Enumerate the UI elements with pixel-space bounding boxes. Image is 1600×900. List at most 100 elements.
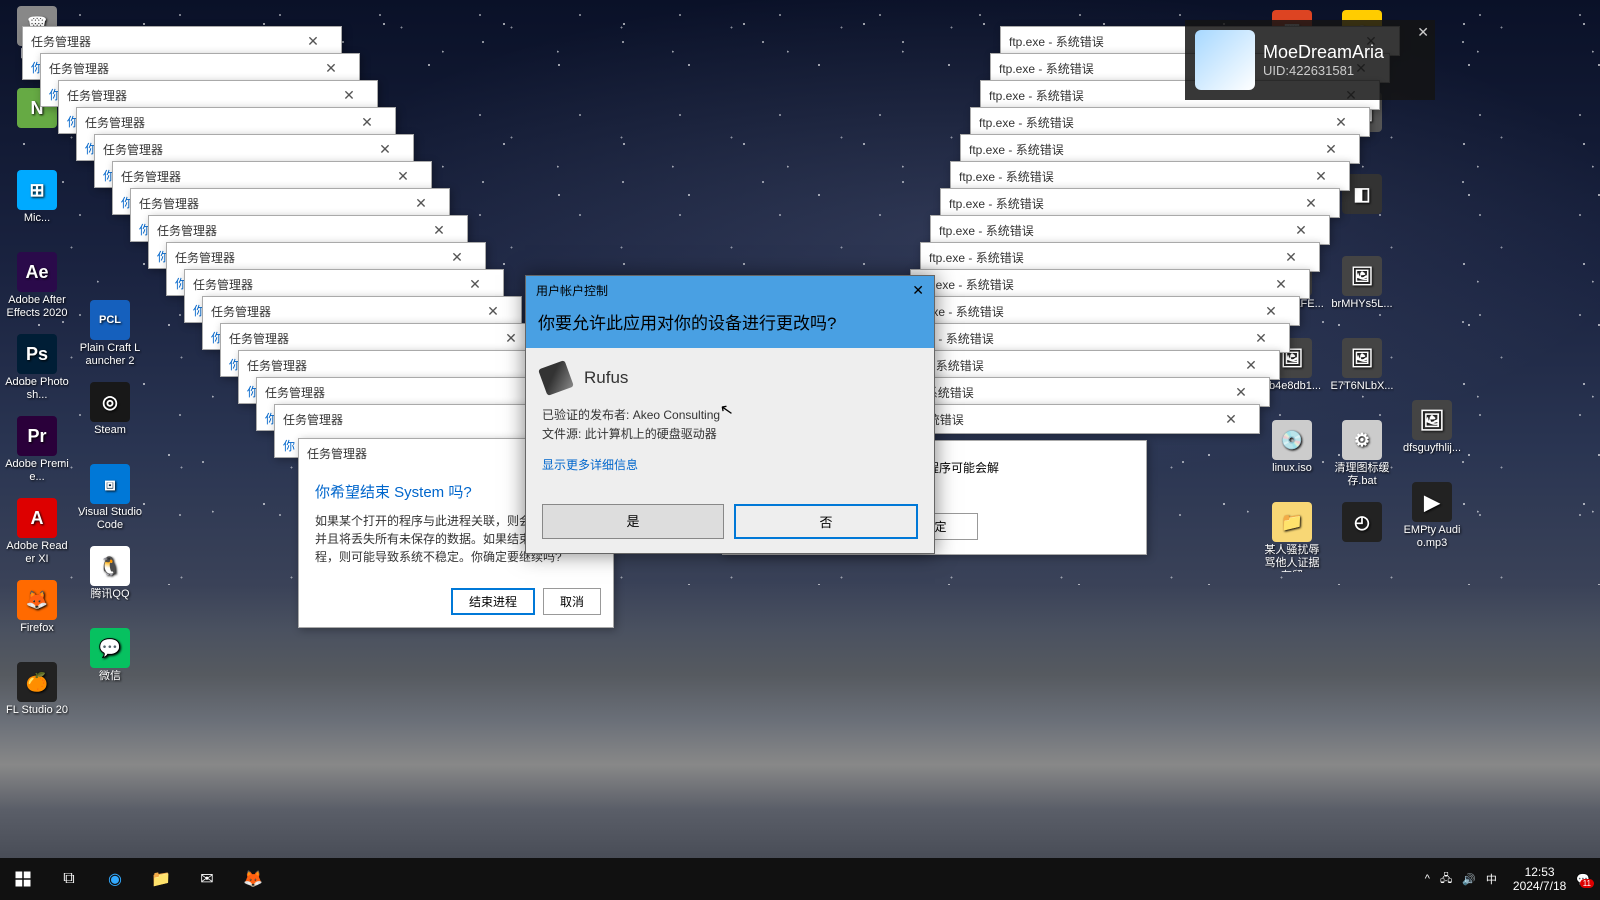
end-process-button[interactable]: 结束进程 <box>451 588 535 615</box>
ftp-error-dialog[interactable]: ftp.exe - 系统错误✕ <box>930 215 1330 245</box>
close-icon[interactable]: ✕ <box>1241 330 1281 347</box>
desktop-icon[interactable]: 💬微信 <box>78 628 142 683</box>
notification-icon[interactable]: 💬11 <box>1576 873 1590 886</box>
close-icon[interactable]: ✕ <box>473 303 513 320</box>
close-icon[interactable]: ✕ <box>311 60 351 77</box>
titlebar[interactable]: 任务管理器✕ <box>77 108 395 136</box>
titlebar[interactable]: 任务管理器✕ <box>59 81 377 109</box>
cancel-button[interactable]: 取消 <box>543 588 601 615</box>
desktop-icon[interactable]: ⚙清理图标缓存.bat <box>1330 420 1394 488</box>
ftp-error-dialog[interactable]: ftp.exe - 系统错误✕ <box>880 350 1280 380</box>
close-icon[interactable]: ✕ <box>347 114 387 131</box>
titlebar[interactable]: 任务管理器✕ <box>203 297 521 325</box>
close-icon[interactable]: ✕ <box>1417 24 1429 41</box>
start-button[interactable] <box>0 858 46 900</box>
desktop-icon[interactable]: PsAdobe Photosh... <box>5 334 69 402</box>
show-more-link[interactable]: 显示更多详细信息 <box>542 456 638 473</box>
desktop-icon[interactable]: AAdobe Reader XI <box>5 498 69 566</box>
titlebar[interactable]: ftp.exe - 系统错误✕ <box>881 351 1279 379</box>
close-icon[interactable]: ✕ <box>1321 114 1361 131</box>
titlebar[interactable]: 任务管理器✕ <box>95 135 413 163</box>
ftp-error-dialog[interactable]: ftp.exe - 系统错误✕ <box>940 188 1340 218</box>
close-icon[interactable]: ✕ <box>1221 384 1261 401</box>
close-icon[interactable]: ✕ <box>1231 357 1271 374</box>
edge-icon[interactable]: ◉ <box>92 858 138 900</box>
desktop-icon[interactable]: 🖼E7T6NLbX... <box>1330 338 1394 393</box>
desktop-icon[interactable]: ◴ <box>1330 502 1394 544</box>
titlebar[interactable]: 任务管理器✕ <box>149 216 467 244</box>
titlebar[interactable]: ftp.exe - 系统错误✕ <box>911 270 1309 298</box>
desktop-icon[interactable]: ▶EMPty Audio.mp3 <box>1400 482 1464 550</box>
titlebar[interactable]: ftp.exe - 系统错误✕ <box>941 189 1339 217</box>
desktop-icon[interactable]: AeAdobe After Effects 2020 <box>5 252 69 320</box>
app-icon: 🐧 <box>90 546 130 586</box>
desktop-icon[interactable]: PrAdobe Premie... <box>5 416 69 484</box>
close-icon[interactable]: ✕ <box>1301 168 1341 185</box>
close-icon[interactable]: ✕ <box>329 87 369 104</box>
firefox-icon[interactable]: 🦊 <box>230 858 276 900</box>
titlebar[interactable]: 任务管理器✕ <box>113 162 431 190</box>
close-icon[interactable]: ✕ <box>1281 222 1321 239</box>
desktop-icon[interactable]: ◎Steam <box>78 382 142 437</box>
close-icon[interactable]: ✕ <box>293 33 333 50</box>
clock[interactable]: 12:532024/7/18 <box>1513 865 1566 894</box>
titlebar[interactable]: ftp.exe - 系统错误✕ <box>951 162 1349 190</box>
mail-icon[interactable]: ✉ <box>184 858 230 900</box>
icon-label: 微信 <box>78 670 142 683</box>
taskbar[interactable]: ⧉ ◉ 📁 ✉ 🦊 ^ 🖧 🔊 中 12:532024/7/18 💬11 <box>0 858 1600 900</box>
ftp-error-dialog[interactable]: ftp.exe - 系统错误✕ <box>900 296 1300 326</box>
ftp-error-dialog[interactable]: ftp.exe - 系统错误✕ <box>920 242 1320 272</box>
close-icon[interactable]: ✕ <box>1261 276 1301 293</box>
close-icon[interactable]: ✕ <box>419 222 459 239</box>
task-view-button[interactable]: ⧉ <box>46 858 92 900</box>
desktop-icon[interactable]: ⧈Visual Studio Code <box>78 464 142 532</box>
titlebar[interactable]: ftp.exe - 系统错误✕ <box>891 324 1289 352</box>
close-icon[interactable]: ✕ <box>1291 195 1331 212</box>
close-icon[interactable]: ✕ <box>912 282 924 299</box>
close-icon[interactable]: ✕ <box>1311 141 1351 158</box>
desktop-icon[interactable]: 🐧腾讯QQ <box>78 546 142 601</box>
no-button[interactable]: 否 <box>734 504 918 539</box>
ftp-error-dialog[interactable]: ftp.exe - 系统错误✕ <box>910 269 1310 299</box>
titlebar[interactable]: 任务管理器✕ <box>41 54 359 82</box>
close-icon[interactable]: ✕ <box>383 168 423 185</box>
ftp-error-dialog[interactable]: ftp.exe - 系统错误✕ <box>950 161 1350 191</box>
ftp-error-dialog[interactable]: ftp.exe - 系统错误✕ <box>970 107 1370 137</box>
titlebar[interactable]: 任务管理器✕ <box>167 243 485 271</box>
desktop-icon[interactable]: 🦊Firefox <box>5 580 69 635</box>
titlebar[interactable]: ftp.exe - 系统错误✕ <box>901 297 1299 325</box>
ftp-error-dialog[interactable]: ftp.exe - 系统错误✕ <box>960 134 1360 164</box>
titlebar[interactable]: 任务管理器✕ <box>239 351 557 379</box>
close-icon[interactable]: ✕ <box>455 276 495 293</box>
desktop-icon[interactable]: PCLPlain Craft Launcher 2 <box>78 300 142 368</box>
close-icon[interactable]: ✕ <box>1211 411 1251 428</box>
ftp-error-dialog[interactable]: ftp.exe - 系统错误✕ <box>890 323 1290 353</box>
titlebar[interactable]: ftp.exe - 系统错误✕ <box>921 243 1319 271</box>
titlebar[interactable]: ftp.exe - 系统错误✕ <box>961 135 1359 163</box>
titlebar[interactable]: ftp.exe - 系统错误✕ <box>931 216 1329 244</box>
titlebar[interactable]: 任务管理器✕ <box>131 189 449 217</box>
titlebar[interactable]: ftp.exe - 系统错误✕ <box>971 108 1369 136</box>
desktop-icon[interactable]: 🖼brMHYs5L... <box>1330 256 1394 311</box>
ime-indicator[interactable]: 中 <box>1486 871 1497 887</box>
system-tray[interactable]: ^ 🖧 🔊 中 12:532024/7/18 💬11 <box>1415 858 1600 900</box>
uac-titlebar[interactable]: 用户帐户控制 ✕ <box>526 276 934 305</box>
desktop-icon[interactable]: 🖼dfsguyfhlij... <box>1400 400 1464 455</box>
network-icon[interactable]: 🖧 <box>1440 870 1452 889</box>
yes-button[interactable]: 是 <box>542 504 724 539</box>
titlebar[interactable]: 任务管理器✕ <box>23 27 341 55</box>
volume-icon[interactable]: 🔊 <box>1462 873 1476 886</box>
close-icon[interactable]: ✕ <box>1251 303 1291 320</box>
file-explorer-icon[interactable]: 📁 <box>138 858 184 900</box>
titlebar[interactable]: 任务管理器✕ <box>185 270 503 298</box>
desktop-icon[interactable]: ⊞Mic... <box>5 170 69 225</box>
close-icon[interactable]: ✕ <box>1271 249 1311 266</box>
close-icon[interactable]: ✕ <box>365 141 405 158</box>
close-icon[interactable]: ✕ <box>437 249 477 266</box>
titlebar[interactable]: 任务管理器✕ <box>221 324 539 352</box>
close-icon[interactable]: ✕ <box>401 195 441 212</box>
desktop-icon[interactable]: 💿linux.iso <box>1260 420 1324 475</box>
desktop-icon[interactable]: 📁某人骚扰辱骂他人证据存留 <box>1260 502 1324 572</box>
tray-chevron-icon[interactable]: ^ <box>1425 873 1430 885</box>
desktop-icon[interactable]: 🍊FL Studio 20 <box>5 662 69 717</box>
